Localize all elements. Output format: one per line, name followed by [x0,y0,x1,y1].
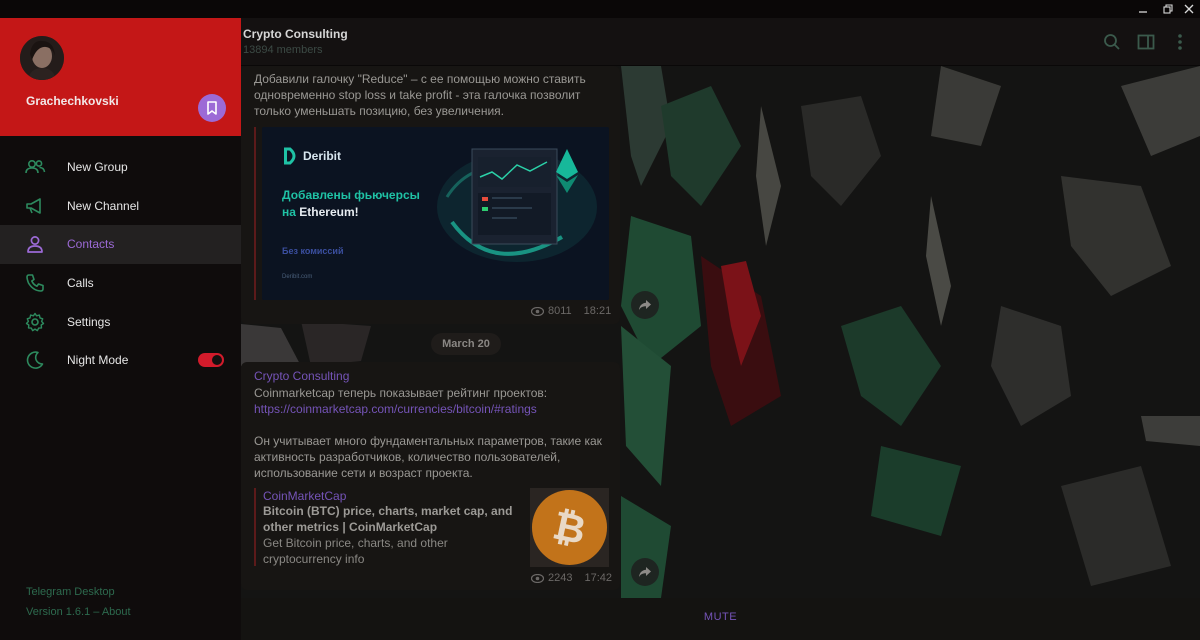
phone-icon [24,272,46,294]
menu-item-new-channel[interactable]: New Channel [0,187,241,226]
mute-button[interactable]: MUTE [241,611,1200,623]
minimize-icon [1139,11,1147,13]
share-button[interactable] [631,558,659,586]
preview-desc-line: cryptocurrency info [263,552,365,566]
message-time: 17:42 [584,572,613,584]
avatar-image [20,36,64,80]
menu-item-label: New Channel [67,198,140,213]
message-meta: 8011 18:21 [531,305,611,317]
menu-item-calls[interactable]: Calls [0,264,241,303]
chat-header: Crypto Consulting 13894 members [241,18,1200,66]
close-icon [1184,4,1194,14]
message-text: Добавили галочку "Reduce" – с ее помощью… [254,71,586,119]
share-arrow-icon [639,567,651,577]
message-line: одновременно stop loss и take profit - э… [254,88,581,102]
deribit-banner-image[interactable]: Deribit Добавлены фьючерсы на Ethereum! … [262,127,609,300]
message-meta: 2243 17:42 [531,572,612,584]
message-time: 18:21 [583,305,612,317]
bottom-bar: MUTE [241,598,1200,640]
preview-site-name: CoinMarketCap [263,489,347,503]
preview-accent-bar [254,127,256,300]
preview-desc-line: Get Bitcoin price, charts, and other [263,536,448,550]
message-sender[interactable]: Crypto Consulting [254,369,349,383]
preview-title-line: other metrics | CoinMarketCap [263,520,438,534]
message-line: использование сети и возраст проекта. [254,466,473,480]
banner-headline-2: на Ethereum! [282,205,359,219]
menu-item-label: Calls [67,276,94,291]
message-link[interactable]: https://coinmarketcap.com/currencies/bit… [254,401,537,417]
link-preview[interactable]: CoinMarketCap Bitcoin (BTC) price, chart… [263,489,513,567]
views-eye-icon [531,573,544,583]
share-arrow-icon [639,300,651,310]
banner-headline-prefix: на [282,205,300,219]
close-window-button[interactable] [1176,0,1200,18]
views-count: 2243 [548,572,573,584]
banner-headline: Добавлены фьючерсы [282,188,420,202]
username: Grachechkovski [26,94,119,108]
night-mode-toggle[interactable] [198,353,224,368]
message-line: активность разработчиков, количество пол… [254,450,561,464]
share-button[interactable] [631,291,659,319]
telegram-window: Crypto Consulting 13894 members Добавили… [0,0,1200,640]
menu-item-night-mode[interactable]: Night Mode [0,341,241,380]
person-icon [24,233,46,255]
main-menu-drawer: Grachechkovski New Group New Channel Con… [0,18,241,640]
message-paragraph: Он учитывает много фундаментальных парам… [254,433,602,481]
banner-site: Deribit.com [282,274,313,280]
more-vertical-icon [1178,34,1182,50]
menu-item-label: Contacts [67,237,115,252]
search-icon [1104,34,1120,50]
more-options-button[interactable] [1170,32,1190,52]
minimize-button[interactable] [1130,0,1156,18]
banner-tagline: Без комиссий [282,246,344,256]
views-count: 8011 [548,305,572,317]
menu-item-label: New Group [67,160,128,175]
megaphone-icon [24,195,46,217]
title-bar [0,0,1200,18]
bookmark-icon [207,101,217,115]
avatar[interactable] [20,36,64,80]
date-divider: March 20 [431,333,501,355]
preview-thumbnail[interactable]: ₿ [530,488,609,567]
gear-icon [24,311,46,333]
message-bubble[interactable]: Crypto Consulting Coinmarketcap теперь п… [241,362,620,590]
sidebar-toggle-icon [1137,34,1155,50]
preview-accent-bar [254,488,256,566]
menu-item-label: Settings [67,314,111,329]
menu-item-new-group[interactable]: New Group [0,148,241,187]
bitcoin-logo-icon: ₿ [530,488,609,567]
chat-title[interactable]: Crypto Consulting [243,27,348,41]
banner-brand: Deribit [303,149,342,163]
saved-messages-button[interactable] [198,94,226,122]
moon-icon [24,349,46,371]
search-button[interactable] [1102,32,1122,52]
preview-title: Bitcoin (BTC) price, charts, market cap,… [263,503,513,535]
message-text: Coinmarketcap теперь показывает рейтинг … [254,386,548,400]
message-line: только уменьшать позицию, без увеличения… [254,104,504,118]
preview-description: Get Bitcoin price, charts, and other cry… [263,535,513,567]
message-line: Он учитывает много фундаментальных парам… [254,434,602,448]
banner-headline-highlight: Ethereum! [299,205,359,219]
restore-icon [1163,4,1173,14]
menu-item-label: Night Mode [67,353,129,368]
menu-item-settings[interactable]: Settings [0,302,241,341]
preview-title-line: Bitcoin (BTC) price, charts, market cap,… [263,504,513,518]
members-count: 13894 members [243,44,323,56]
drawer-header: Grachechkovski [0,18,241,136]
sidebar-toggle-button[interactable] [1136,32,1156,52]
app-name[interactable]: Telegram Desktop [26,586,115,598]
message-line: Добавили галочку "Reduce" – с ее помощью… [254,72,586,86]
app-version-about[interactable]: Version 1.6.1 – About [26,606,131,618]
drawer-menu: New Group New Channel Contacts Calls Set… [0,148,241,380]
menu-item-contacts[interactable]: Contacts [0,225,241,264]
group-icon [24,156,46,178]
views-eye-icon [531,306,544,316]
